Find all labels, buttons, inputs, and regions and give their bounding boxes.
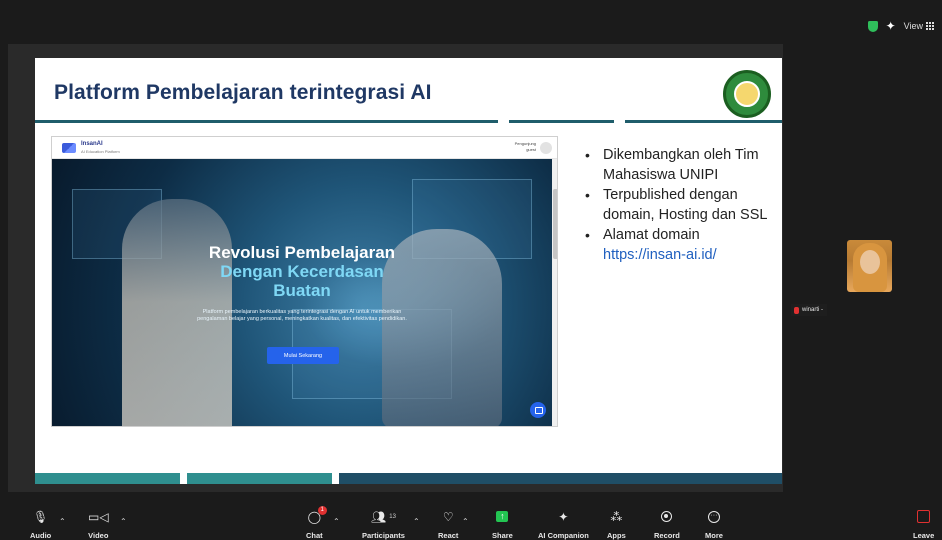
meeting-toolbar: 🎙︎ Audio ⌃ ▭◁ Video ⌃ ◯ 1 Chat ⌃ 👥︎ 13 Par… <box>0 506 942 540</box>
bullet-item: Dikembangkan oleh Tim Mahasiswa UNIPI <box>584 146 780 185</box>
video-label: Video <box>88 531 109 540</box>
ai-sparkle-icon[interactable]: ✦ <box>886 20 896 32</box>
title-divider-segment <box>509 120 614 123</box>
apps-grid-icon: ⁂ <box>610 509 623 524</box>
chat-badge: 1 <box>317 506 327 515</box>
hero-title-line-1: Revolusi Pembelajaran <box>208 243 396 262</box>
chat-icon: ◯ 1 <box>308 506 327 525</box>
domain-link[interactable]: https://insan-ai.id/ <box>603 246 780 266</box>
brand-logo-icon <box>62 143 76 153</box>
participants-label: Participants <box>362 531 405 540</box>
chat-button[interactable]: ◯ 1 Chat <box>306 506 327 540</box>
participants-options-chevron-icon[interactable]: ⌃ <box>413 517 420 526</box>
mic-muted-icon <box>794 306 799 314</box>
video-button[interactable]: ▭◁ Video <box>88 508 109 540</box>
presentation-slide: Platform Pembelajaran terintegrasi AI In… <box>35 58 782 484</box>
record-label: Record <box>654 531 680 540</box>
audio-options-chevron-icon[interactable]: ⌃ <box>59 517 66 526</box>
top-right-controls: ✦ View <box>867 20 934 32</box>
avatar <box>540 142 552 154</box>
record-button[interactable]: Record <box>654 508 680 540</box>
security-shield-icon[interactable] <box>867 20 878 32</box>
hero-banner: Revolusi Pembelajaran Dengan Kecerdasan … <box>52 159 552 426</box>
footer-bar <box>339 473 782 484</box>
footer-bar <box>187 473 332 484</box>
camera-icon: ▭◁ <box>88 509 109 524</box>
university-logo <box>723 70 771 118</box>
bullet-item: Terpublished dengan domain, Hosting dan … <box>584 186 780 225</box>
bullet-list: Dikembangkan oleh Tim Mahasiswa UNIPI Te… <box>584 146 780 266</box>
ai-companion-button[interactable]: ✦ AI Companion <box>538 508 589 540</box>
footer-bar <box>35 473 180 484</box>
ai-companion-label: AI Companion <box>538 531 589 540</box>
participants-count: 13 <box>389 513 396 520</box>
video-options-chevron-icon[interactable]: ⌃ <box>120 517 127 526</box>
more-label: More <box>705 531 723 540</box>
audio-button[interactable]: 🎙︎ Audio <box>30 508 51 540</box>
more-icon: ··· <box>707 508 720 525</box>
participant-name: winarti - <box>802 307 824 313</box>
slide-title: Platform Pembelajaran terintegrasi AI <box>54 81 432 104</box>
hero-description: Platform pembelajaran berkualitas yang t… <box>197 309 407 322</box>
participant-video-tile[interactable] <box>847 240 892 292</box>
participant-name-tag: winarti - <box>791 304 828 316</box>
microphone-icon: 🎙︎ <box>33 509 49 524</box>
share-button[interactable]: ↑ Share <box>492 508 513 540</box>
view-button[interactable]: View <box>904 21 934 31</box>
bullet-text: Alamat domain <box>603 227 700 243</box>
visitor-label: Pengunjung guest <box>514 141 536 152</box>
bullet-item: Alamat domain https://insan-ai.id/ <box>584 226 780 265</box>
leave-icon <box>917 508 931 525</box>
brand-subtitle: AI Education Platform <box>81 149 120 154</box>
participants-icon: 👥︎ 13 <box>371 509 396 524</box>
heart-react-icon: ♡ <box>442 509 454 524</box>
title-divider-segment <box>625 120 782 123</box>
top-bar: ✦ View <box>0 0 942 44</box>
ai-sparkle-icon: ✦ <box>558 509 569 524</box>
chat-options-chevron-icon[interactable]: ⌃ <box>333 517 340 526</box>
leave-button[interactable]: Leave <box>913 508 934 540</box>
cta-button: Mulai Sekarang <box>267 347 339 364</box>
audio-label: Audio <box>30 531 52 540</box>
share-screen-icon: ↑ <box>496 508 509 525</box>
website-header: InsanAI AI Education Platform Pengunjung… <box>52 137 557 159</box>
react-button[interactable]: ♡ React <box>438 508 458 540</box>
title-divider <box>35 120 498 123</box>
record-icon <box>661 508 673 525</box>
bullet-text: Dikembangkan oleh Tim Mahasiswa UNIPI <box>603 147 759 183</box>
chat-bubble-icon <box>530 402 546 418</box>
zoom-meeting-window: ✦ View Platform Pembelajaran terintegras… <box>0 0 942 540</box>
website-screenshot: InsanAI AI Education Platform Pengunjung… <box>51 136 558 427</box>
hero-title-line-3: Buatan <box>273 281 331 300</box>
grid-view-icon <box>926 22 934 30</box>
react-label: React <box>438 531 459 540</box>
more-button[interactable]: ··· More <box>705 508 723 540</box>
share-label: Share <box>492 531 513 540</box>
hero-title-line-2: Dengan Kecerdasan <box>220 262 384 281</box>
shared-screen-area[interactable]: Platform Pembelajaran terintegrasi AI In… <box>8 44 783 492</box>
apps-button[interactable]: ⁂ Apps <box>607 508 626 540</box>
brand-name: InsanAI <box>81 141 103 147</box>
apps-label: Apps <box>607 531 626 540</box>
website-scrollbar <box>552 159 557 426</box>
react-options-chevron-icon[interactable]: ⌃ <box>462 517 469 526</box>
participants-button[interactable]: 👥︎ 13 Participants <box>362 508 405 540</box>
bullet-text: Terpublished dengan domain, Hosting dan … <box>603 187 768 223</box>
chat-label: Chat <box>306 531 323 540</box>
view-label: View <box>903 21 923 31</box>
leave-label: Leave <box>913 531 935 540</box>
